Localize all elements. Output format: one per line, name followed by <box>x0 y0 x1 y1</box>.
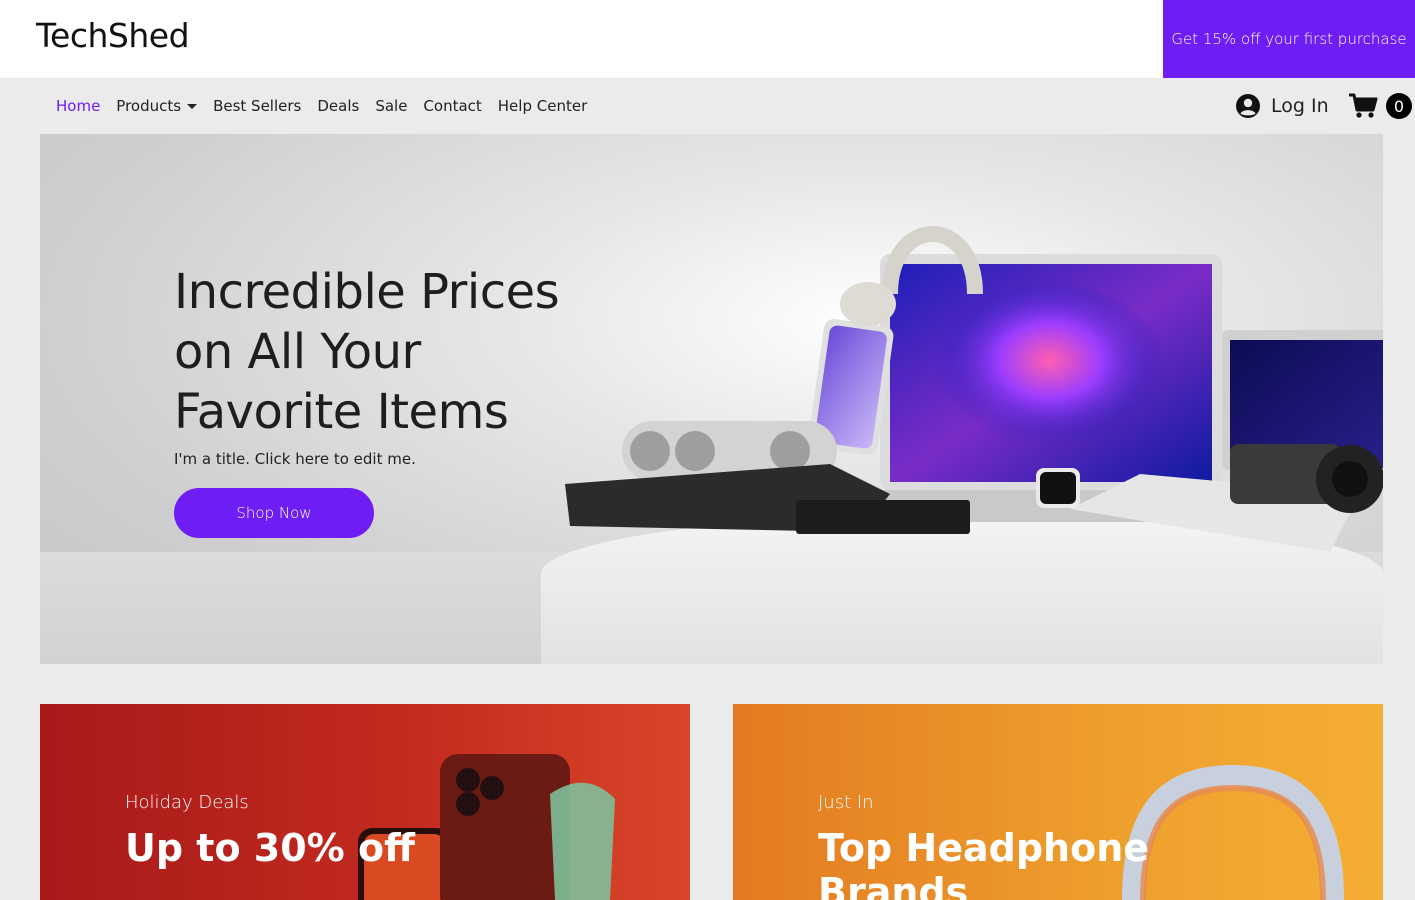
cart-count-badge: 0 <box>1386 93 1412 119</box>
hero-title: Incredible Prices on All Your Favorite I… <box>174 264 560 440</box>
hero-subtitle: I'm a title. Click here to edit me. <box>174 450 416 468</box>
card-kicker: Holiday Deals <box>125 792 249 813</box>
caret-down-icon <box>187 103 198 109</box>
shopping-cart-icon <box>1349 93 1378 118</box>
nav-item-contact[interactable]: Contact <box>423 97 481 115</box>
nav-item-products[interactable]: Products <box>116 97 198 115</box>
nav-item-home[interactable]: Home <box>56 97 100 115</box>
main-nav: Home Products Best Sellers Deals Sale Co… <box>0 78 1415 134</box>
holiday-deals-card[interactable]: Holiday Deals Up to 30% off <box>40 704 690 900</box>
nav-item-sale[interactable]: Sale <box>375 97 407 115</box>
nav-item-products-label: Products <box>116 97 182 115</box>
card-title: Up to 30% off <box>125 826 415 870</box>
nav-item-help-center[interactable]: Help Center <box>498 97 587 115</box>
login-label: Log In <box>1271 95 1329 117</box>
cart-button[interactable]: 0 <box>1348 92 1412 120</box>
nav-item-deals[interactable]: Deals <box>317 97 359 115</box>
site-header: TechShed Get 15% off your first purchase <box>0 0 1415 78</box>
shop-now-button[interactable]: Shop Now <box>174 488 374 538</box>
card-kicker: Just In <box>818 792 874 813</box>
user-circle-icon <box>1236 94 1260 118</box>
nav-item-best-sellers[interactable]: Best Sellers <box>213 97 301 115</box>
hero-banner: Incredible Prices on All Your Favorite I… <box>40 134 1383 664</box>
card-title: Top Headphone Brands <box>818 826 1150 900</box>
login-button[interactable]: Log In <box>1235 93 1329 119</box>
headphone-brands-card[interactable]: Just In Top Headphone Brands <box>733 704 1383 900</box>
promo-banner[interactable]: Get 15% off your first purchase <box>1163 0 1415 78</box>
site-logo[interactable]: TechShed <box>36 16 190 55</box>
nav-links: Home Products Best Sellers Deals Sale Co… <box>56 78 603 134</box>
